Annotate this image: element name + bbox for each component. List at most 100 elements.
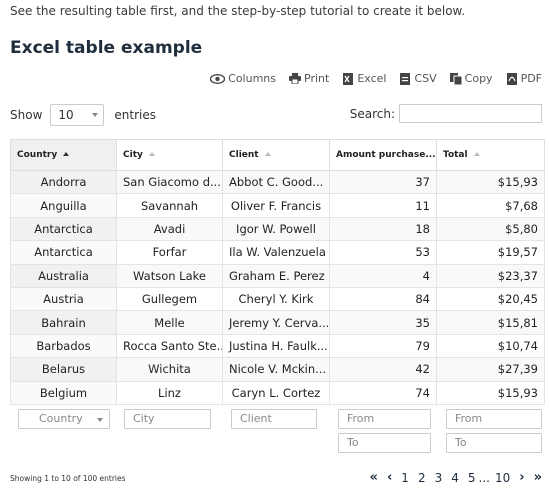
cell-amount: 18 bbox=[329, 216, 437, 242]
cell-client: Abbot C. Good... bbox=[222, 169, 330, 195]
previous-page-button[interactable]: ‹ bbox=[387, 470, 392, 485]
print-label: Print bbox=[304, 72, 330, 85]
table-header-row: Country City Client Amount purchase... T… bbox=[10, 139, 545, 171]
chevron-down-icon bbox=[97, 418, 103, 422]
pdf-button[interactable]: PDF bbox=[506, 72, 542, 85]
first-page-button[interactable]: « bbox=[370, 470, 378, 485]
client-filter-placeholder: Client bbox=[240, 412, 272, 425]
cell-amount: 35 bbox=[329, 310, 437, 335]
table-row[interactable]: Bahrain Melle Jeremy Y. Cerva... 35 $15,81 bbox=[10, 310, 545, 335]
amount-from-input[interactable]: From bbox=[338, 409, 431, 429]
cell-total: $15,81 bbox=[436, 310, 545, 335]
page-length-select[interactable]: 10 bbox=[50, 104, 105, 126]
pagination: « ‹ 1 2 3 4 5 ... 10 › » bbox=[370, 470, 542, 485]
table-row[interactable]: Belgium Linz Caryn L. Cortez 74 $15,93 bbox=[10, 380, 545, 405]
cell-city: Wichita bbox=[116, 357, 223, 382]
csv-file-icon bbox=[400, 72, 411, 85]
total-to-input[interactable]: To bbox=[446, 433, 542, 453]
table-row[interactable]: Andorra San Giacomo d... Abbot C. Good... 3… bbox=[10, 169, 545, 195]
entries-label: entries bbox=[114, 108, 156, 122]
search-input[interactable] bbox=[399, 104, 542, 123]
cell-city: San Giacomo d... bbox=[116, 169, 223, 195]
page-button-4[interactable]: 4 bbox=[451, 471, 459, 485]
table-row[interactable]: Anguilla Savannah Oliver F. Francis 11 $7,68 bbox=[10, 193, 545, 218]
cell-amount: 42 bbox=[329, 357, 437, 382]
table-row[interactable]: Antarctica Forfar Ila W. Valenzuela 53 $19,5… bbox=[10, 240, 545, 265]
column-header-total[interactable]: Total bbox=[436, 139, 545, 171]
cell-client: Oliver F. Francis bbox=[222, 193, 330, 218]
client-filter-input[interactable]: Client bbox=[231, 409, 317, 429]
amount-to-input[interactable]: To bbox=[338, 433, 431, 453]
cell-city: Gullegem bbox=[116, 286, 223, 312]
cell-total: $23,37 bbox=[436, 263, 545, 288]
cell-country: Austria bbox=[10, 286, 117, 312]
cell-city: Watson Lake bbox=[116, 263, 223, 288]
last-page-button[interactable]: » bbox=[534, 470, 542, 485]
cell-amount: 37 bbox=[329, 169, 437, 195]
city-filter-placeholder: City bbox=[133, 412, 155, 425]
cell-country: Australia bbox=[10, 263, 117, 288]
column-header-client[interactable]: Client bbox=[222, 139, 330, 171]
excel-file-icon bbox=[343, 72, 354, 85]
column-header-city[interactable]: City bbox=[116, 139, 223, 171]
page-length-control: Show 10 entries bbox=[10, 104, 156, 126]
cell-total: $19,57 bbox=[436, 240, 545, 265]
excel-button[interactable]: Excel bbox=[342, 72, 386, 85]
page-button-2[interactable]: 2 bbox=[418, 471, 426, 485]
cell-country: Belarus bbox=[10, 357, 117, 382]
cell-total: $15,93 bbox=[436, 380, 545, 405]
cell-total: $15,93 bbox=[436, 169, 545, 195]
amount-from-placeholder: From bbox=[347, 412, 375, 425]
cell-client: Nicole V. Mckin... bbox=[222, 357, 330, 382]
amount-to-placeholder: To bbox=[347, 436, 359, 449]
cell-amount: 53 bbox=[329, 240, 437, 265]
page-button-1[interactable]: 1 bbox=[401, 471, 409, 485]
next-page-button[interactable]: › bbox=[519, 470, 524, 485]
sort-asc-icon bbox=[63, 152, 70, 156]
chevron-down-icon bbox=[92, 113, 99, 117]
print-button[interactable]: Print bbox=[289, 72, 329, 85]
copy-label: Copy bbox=[464, 72, 493, 85]
sort-icon bbox=[264, 152, 271, 156]
table-row[interactable]: Barbados Rocca Santo Ste... Justina H. Fau… bbox=[10, 333, 545, 359]
cell-client: Igor W. Powell bbox=[222, 216, 330, 242]
copy-button[interactable]: Copy bbox=[449, 72, 493, 85]
cell-amount: 79 bbox=[329, 333, 437, 359]
cell-client: Cheryl Y. Kirk bbox=[222, 286, 330, 312]
country-filter-select[interactable]: Country bbox=[18, 409, 110, 429]
sort-icon bbox=[473, 152, 480, 156]
csv-button[interactable]: CSV bbox=[399, 72, 437, 85]
column-header-country[interactable]: Country bbox=[10, 139, 117, 171]
city-filter-input[interactable]: City bbox=[124, 409, 211, 429]
intro-text: See the resulting table first, and the s… bbox=[10, 4, 466, 18]
pagination-ellipsis: ... bbox=[478, 470, 490, 485]
page-button-5[interactable]: 5 bbox=[468, 471, 476, 485]
cell-total: $20,45 bbox=[436, 286, 545, 312]
page-button-10[interactable]: 10 bbox=[495, 471, 510, 485]
export-toolbar: Columns Print Excel CSV Copy PDF bbox=[210, 72, 542, 85]
excel-label: Excel bbox=[357, 72, 387, 85]
table-row[interactable]: Antarctica Avadi Igor W. Powell 18 $5,80 bbox=[10, 216, 545, 242]
data-table: Country City Client Amount purchase... T… bbox=[10, 139, 545, 405]
cell-country: Antarctica bbox=[10, 240, 117, 265]
cell-client: Justina H. Faulk... bbox=[222, 333, 330, 359]
cell-city: Linz bbox=[116, 380, 223, 405]
table-row[interactable]: Austria Gullegem Cheryl Y. Kirk 84 $20,45 bbox=[10, 286, 545, 312]
total-to-placeholder: To bbox=[455, 436, 467, 449]
page-button-3[interactable]: 3 bbox=[435, 471, 443, 485]
pdf-label: PDF bbox=[520, 72, 542, 85]
column-header-amount[interactable]: Amount purchase... bbox=[329, 139, 437, 171]
country-filter-value: Country bbox=[39, 412, 83, 425]
printer-icon bbox=[289, 73, 301, 84]
cell-city: Forfar bbox=[116, 240, 223, 265]
total-from-input[interactable]: From bbox=[446, 409, 542, 429]
table-row[interactable]: Australia Watson Lake Graham E. Perez 4 $23,… bbox=[10, 263, 545, 288]
cell-country: Andorra bbox=[10, 169, 117, 195]
table-row[interactable]: Belarus Wichita Nicole V. Mckin... 42 $27,39 bbox=[10, 357, 545, 382]
cell-country: Anguilla bbox=[10, 193, 117, 218]
columns-button[interactable]: Columns bbox=[210, 72, 276, 85]
cell-total: $5,80 bbox=[436, 216, 545, 242]
cell-city: Avadi bbox=[116, 216, 223, 242]
cell-city: Savannah bbox=[116, 193, 223, 218]
csv-label: CSV bbox=[414, 72, 437, 85]
